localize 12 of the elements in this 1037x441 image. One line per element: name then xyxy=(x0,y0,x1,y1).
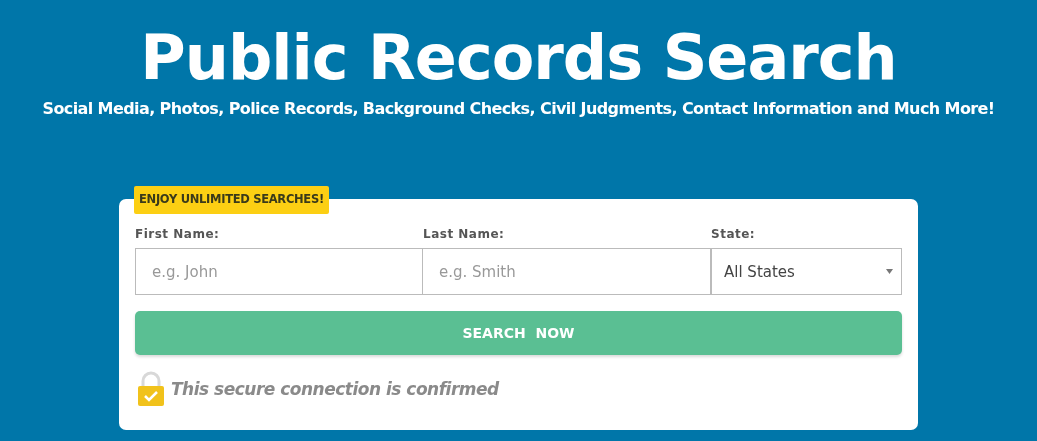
state-dropdown[interactable]: All States xyxy=(711,248,902,296)
text-field[interactable]: e.g. John xyxy=(135,248,423,296)
page-subtitle: Social Media, Photos, Police Records, Background Checks, Civil Judgments, Contact Information and Much More! xyxy=(41,98,996,121)
promo-label: ENJOY UNLIMITED SEARCHES! xyxy=(134,186,329,214)
caret-icon xyxy=(886,269,893,275)
field-label: State: xyxy=(711,226,757,244)
field-label: First Name: xyxy=(135,226,221,244)
field-label: Last Name: xyxy=(423,226,506,244)
text-field[interactable]: e.g. Smith xyxy=(423,248,711,296)
secure-note: This secure connection is confirmed xyxy=(171,377,499,401)
padlock-icon xyxy=(135,371,167,408)
page-title: Public Records Search xyxy=(139,20,898,94)
